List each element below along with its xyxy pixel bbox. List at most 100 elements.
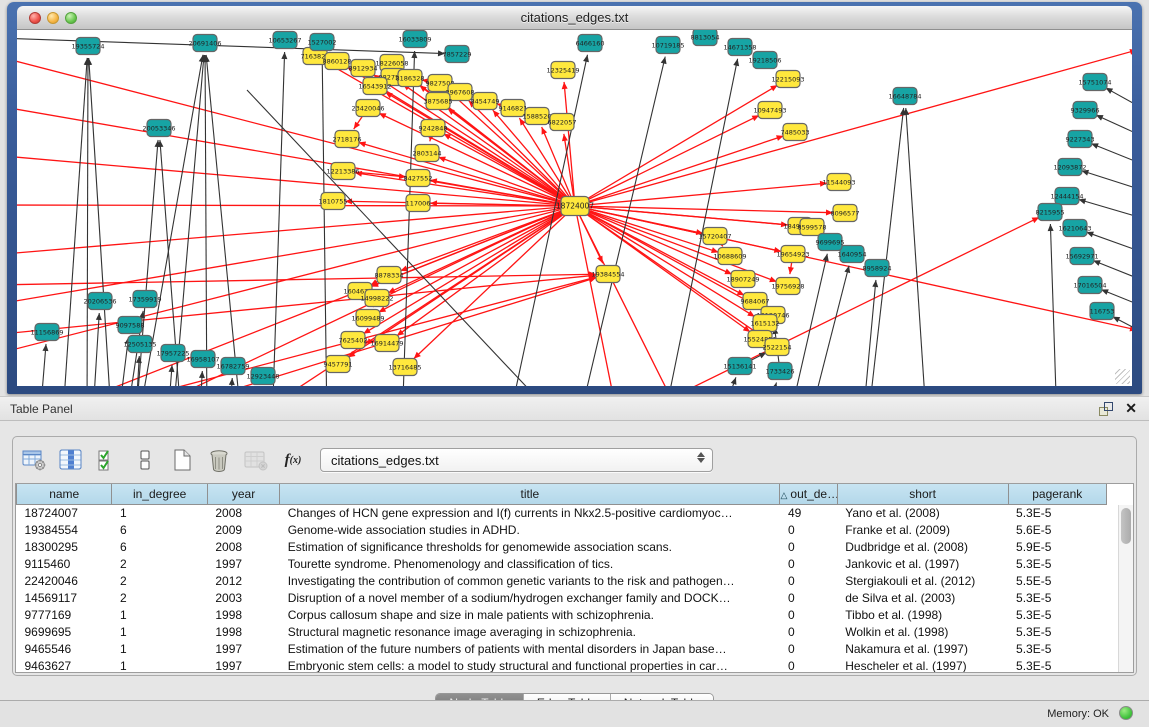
network-canvas[interactable]: 1872400771638228860128891293418226058982… — [17, 30, 1132, 386]
network-node[interactable]: 8912934 — [349, 60, 378, 77]
network-node[interactable]: 2803144 — [413, 145, 442, 162]
network-node[interactable]: 16914479 — [370, 335, 403, 352]
network-node[interactable]: 15720407 — [698, 228, 731, 245]
network-node[interactable]: 19355724 — [71, 38, 104, 55]
network-node[interactable]: 23420046 — [351, 100, 384, 117]
network-node[interactable]: 16033809 — [398, 31, 431, 48]
float-panel-icon[interactable] — [1099, 402, 1113, 416]
network-node[interactable]: 10653267 — [268, 32, 301, 49]
network-node[interactable]: 12444154 — [1050, 188, 1083, 205]
network-node[interactable]: 6466160 — [576, 35, 605, 52]
network-node[interactable]: 12325419 — [546, 62, 579, 79]
table-row[interactable]: 946362711997Embryonic stem cells: a mode… — [17, 657, 1107, 673]
network-node[interactable]: 19654923 — [776, 246, 809, 263]
network-node[interactable]: 20053346 — [142, 120, 175, 137]
network-node[interactable]: 117006 — [406, 195, 431, 212]
network-node[interactable]: 16782759 — [216, 358, 249, 375]
network-node[interactable]: 1527002 — [308, 34, 337, 51]
resize-grip-icon[interactable] — [1115, 369, 1130, 384]
network-node[interactable]: 7625402 — [339, 332, 368, 349]
network-node[interactable]: 8813054 — [691, 30, 720, 46]
function-builder-icon[interactable]: f(x) — [280, 448, 306, 472]
network-node[interactable]: 3875685 — [424, 93, 453, 110]
network-node[interactable]: 12923448 — [246, 368, 279, 385]
network-node[interactable]: 16210643 — [1058, 220, 1091, 237]
network-node[interactable]: 1810755 — [319, 193, 348, 210]
column-header[interactable]: short — [837, 484, 1008, 504]
network-node[interactable]: 8878334 — [375, 267, 404, 284]
network-node[interactable]: 1733426 — [766, 363, 795, 380]
network-node[interactable]: 8427552 — [404, 170, 433, 187]
network-node[interactable]: 17957225 — [156, 345, 189, 362]
network-node[interactable]: 16099489 — [351, 310, 384, 327]
network-node[interactable]: 16648784 — [888, 88, 921, 105]
network-node[interactable]: 8096577 — [831, 205, 860, 222]
table-mode-icon[interactable] — [21, 448, 47, 472]
table-row[interactable]: 946554611997Estimation of the future num… — [17, 640, 1107, 657]
network-node[interactable]: 2522154 — [763, 339, 792, 356]
network-node[interactable]: 19756928 — [771, 278, 804, 295]
network-node[interactable]: 15751074 — [1078, 74, 1111, 91]
network-node[interactable]: 15692971 — [1065, 248, 1098, 265]
network-node[interactable]: 13716485 — [388, 359, 421, 376]
network-node[interactable]: 16543912 — [358, 78, 391, 95]
close-panel-icon[interactable]: ✕ — [1125, 400, 1137, 417]
column-visibility-icon[interactable] — [58, 448, 84, 472]
network-node[interactable]: 1615132 — [751, 315, 780, 332]
table-selector-dropdown[interactable]: citations_edges.txt — [320, 448, 713, 472]
selection-mode-icon[interactable] — [132, 448, 158, 472]
network-node[interactable]: 116753 — [1090, 303, 1115, 320]
network-node[interactable]: 12505135 — [123, 336, 156, 353]
network-node[interactable]: 9329966 — [1071, 102, 1100, 119]
column-header[interactable]: year — [207, 484, 279, 504]
column-header[interactable]: in_degree — [112, 484, 207, 504]
network-node[interactable]: 17016504 — [1073, 277, 1106, 294]
network-node[interactable]: 7485033 — [781, 124, 810, 141]
delete-column-icon[interactable] — [206, 448, 232, 472]
network-node[interactable]: 6822057 — [548, 114, 577, 131]
network-node[interactable]: 20691406 — [188, 35, 221, 52]
delete-table-icon[interactable] — [243, 448, 269, 472]
network-node[interactable]: 9699695 — [816, 234, 845, 251]
network-node[interactable]: 8454749 — [471, 93, 500, 110]
column-header[interactable]: title — [280, 484, 780, 504]
network-node[interactable]: 20206536 — [83, 293, 116, 310]
column-header[interactable]: △out_de… — [780, 484, 837, 504]
network-node[interactable]: 9242848 — [419, 120, 448, 137]
network-node[interactable]: 15136141 — [723, 358, 756, 375]
table-row[interactable]: 911546021997Tourette syndrome. Phenomeno… — [17, 555, 1107, 572]
network-node[interactable]: 17359919 — [128, 291, 161, 308]
network-node[interactable]: 19384554 — [591, 266, 624, 283]
network-node[interactable]: 10719185 — [651, 37, 684, 54]
row-selection-icon[interactable] — [95, 448, 121, 472]
table-row[interactable]: 1456911722003Disruption of a novel membe… — [17, 589, 1107, 606]
table-scrollbar[interactable] — [1118, 505, 1133, 672]
network-node[interactable]: 2718176 — [333, 131, 362, 148]
network-node[interactable]: 7857229 — [443, 46, 472, 63]
network-node[interactable]: 8958924 — [863, 260, 892, 277]
column-header[interactable]: pagerank — [1008, 484, 1106, 504]
network-node[interactable]: 11544093 — [822, 174, 855, 191]
network-node[interactable]: 14998222 — [360, 290, 393, 307]
network-node[interactable]: 12215093 — [771, 71, 804, 88]
network-node[interactable]: 18724007 — [556, 197, 594, 216]
table-scrollbar-thumb[interactable] — [1121, 508, 1131, 544]
network-node[interactable]: 12213386 — [326, 163, 359, 180]
network-node[interactable]: 9097588 — [116, 317, 145, 334]
network-node[interactable]: 11156869 — [30, 324, 63, 341]
table-row[interactable]: 1938455462009Genome-wide association stu… — [17, 521, 1107, 538]
network-node[interactable]: 9457791 — [324, 356, 353, 373]
network-node[interactable]: 8186328 — [396, 70, 425, 87]
network-node[interactable]: 14671358 — [723, 39, 756, 56]
table-row[interactable]: 1830029562008Estimation of significance … — [17, 538, 1107, 555]
table-row[interactable]: 1872400712008Changes of HCN gene express… — [17, 504, 1107, 521]
network-window-titlebar[interactable]: citations_edges.txt — [17, 6, 1132, 30]
create-column-icon[interactable] — [169, 448, 195, 472]
network-node[interactable]: 19218506 — [748, 52, 781, 69]
table-row[interactable]: 2242004622012Investigating the contribut… — [17, 572, 1107, 589]
table-row[interactable]: 969969511998Structural magnetic resonanc… — [17, 623, 1107, 640]
network-node[interactable]: 8860128 — [323, 53, 352, 70]
network-node[interactable]: 16958107 — [186, 351, 219, 368]
network-node[interactable]: 9227343 — [1066, 131, 1095, 148]
table-row[interactable]: 977716911998Corpus callosum shape and si… — [17, 606, 1107, 623]
